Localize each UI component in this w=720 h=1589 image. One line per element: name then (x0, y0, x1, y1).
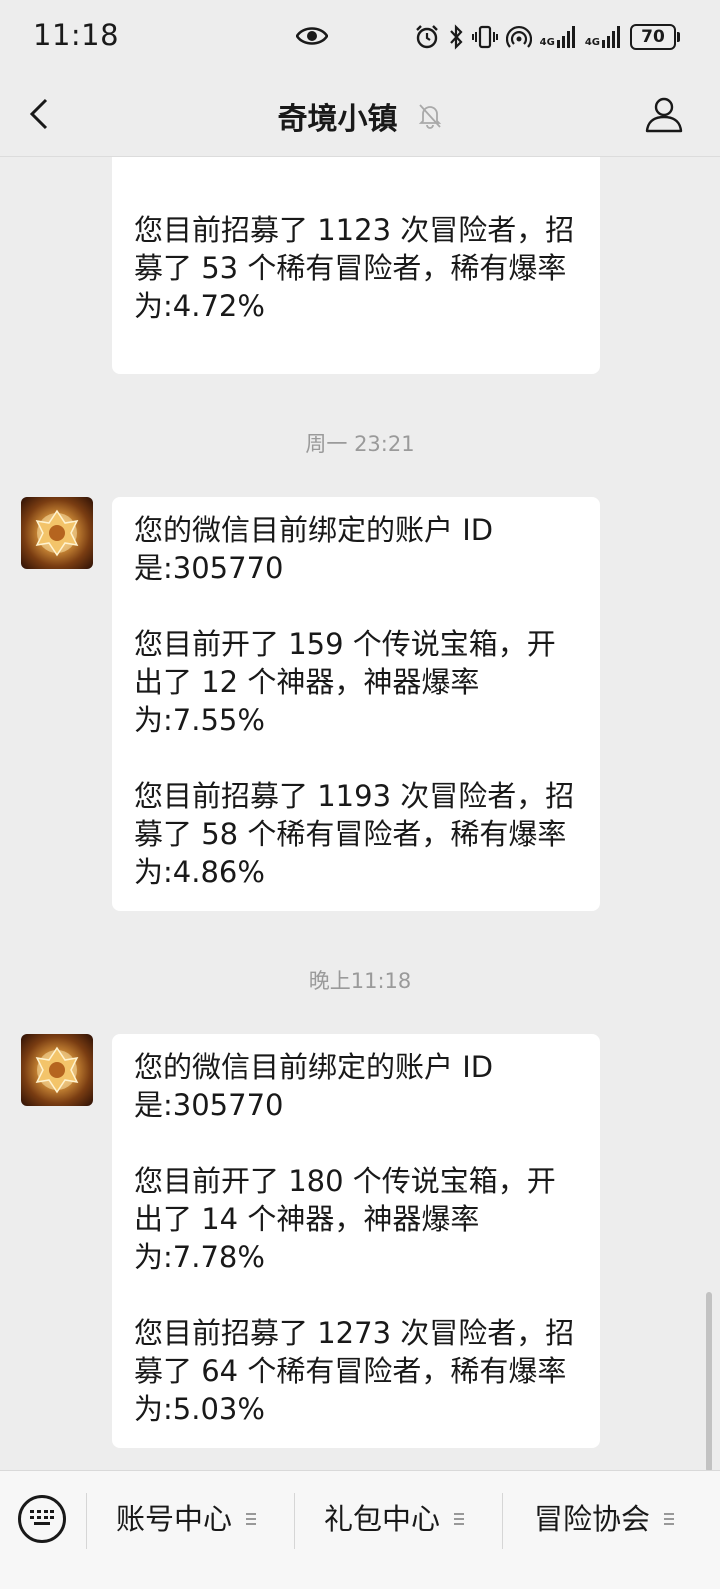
chat-title-wrap: 奇境小镇 (0, 94, 720, 138)
keyboard-toggle-button[interactable] (18, 1495, 66, 1543)
message-bubble[interactable]: 您的微信目前绑定的账户 ID 是:305770 您目前开了 180 个传说宝箱，… (112, 1034, 600, 1448)
menu-divider (86, 1493, 87, 1549)
mute-bell-icon (418, 104, 441, 129)
message-bubble[interactable]: 您的微信目前绑定的账户 ID 是:305770 您目前开了 159 个传说宝箱，… (112, 497, 600, 911)
keyboard-icon (30, 1510, 54, 1525)
lion-emblem-icon (35, 509, 79, 557)
message-bubble[interactable]: 您目前招募了 1123 次冒险者，招募了 53 个稀有冒险者，稀有爆率为:4.7… (112, 120, 600, 374)
profile-icon[interactable] (644, 94, 684, 134)
menu-divider (502, 1493, 503, 1549)
submenu-icon (246, 1513, 257, 1525)
system-icons: 4G 4G 70 (414, 20, 680, 54)
network-type-label: 4G (584, 37, 600, 48)
network-type-label: 4G (539, 37, 555, 48)
menu-item-gift-center[interactable]: 礼包中心 (324, 1495, 465, 1543)
official-account-avatar[interactable] (21, 1034, 93, 1106)
message-text: 您目前开了 180 个传说宝箱，开出了 14 个神器，神器爆率为:7.78% (134, 1164, 556, 1274)
menu-item-adventure-guild[interactable]: 冒险协会 (534, 1495, 675, 1543)
eye-icon (296, 27, 328, 45)
official-account-avatar[interactable] (21, 497, 93, 569)
message-text: 您目前招募了 1193 次冒险者，招募了 58 个稀有冒险者，稀有爆率为:4.8… (134, 779, 575, 889)
menu-item-label: 账号中心 (116, 1502, 233, 1536)
status-bar: 11:18 4G 4G 70 (0, 0, 720, 76)
lion-emblem-icon (35, 1046, 79, 1094)
menu-item-label: 礼包中心 (324, 1502, 441, 1536)
message-text: 您目前开了 159 个传说宝箱，开出了 12 个神器，神器爆率为:7.55% (134, 627, 556, 737)
menu-item-label: 冒险协会 (534, 1502, 651, 1536)
message-timestamp: 晚上11:18 (308, 969, 412, 993)
message-text: 您目前招募了 1273 次冒险者，招募了 64 个稀有冒险者，稀有爆率为:5.0… (134, 1316, 575, 1426)
message-text: 您的微信目前绑定的账户 ID 是:305770 (134, 513, 494, 585)
message-timestamp: 周一 23:21 (305, 432, 415, 456)
chat-title: 奇境小镇 (277, 102, 398, 137)
signal-icon (556, 26, 575, 48)
menu-divider (294, 1493, 295, 1549)
status-time: 11:18 (33, 18, 120, 52)
message-text: 您的微信目前绑定的账户 ID 是:305770 (134, 1050, 494, 1122)
vibrate-icon (471, 25, 498, 49)
alarm-icon (415, 25, 438, 49)
submenu-icon (454, 1513, 465, 1525)
chat-header: 奇境小镇 (0, 76, 720, 157)
signal-group-1: 4G (540, 26, 577, 48)
scrollbar-thumb[interactable] (706, 1292, 712, 1472)
signal-group-2: 4G (585, 26, 622, 48)
menu-item-account-center[interactable]: 账号中心 (116, 1495, 257, 1543)
signal-icon (602, 26, 620, 48)
battery-indicator: 70 (630, 24, 680, 50)
hotspot-icon (505, 25, 532, 48)
submenu-icon (664, 1513, 675, 1525)
official-account-menu: 账号中心 礼包中心 冒险协会 (0, 1470, 720, 1589)
bluetooth-icon (449, 24, 463, 50)
message-text: 您目前招募了 1123 次冒险者，招募了 53 个稀有冒险者，稀有爆率为:4.7… (134, 213, 575, 323)
